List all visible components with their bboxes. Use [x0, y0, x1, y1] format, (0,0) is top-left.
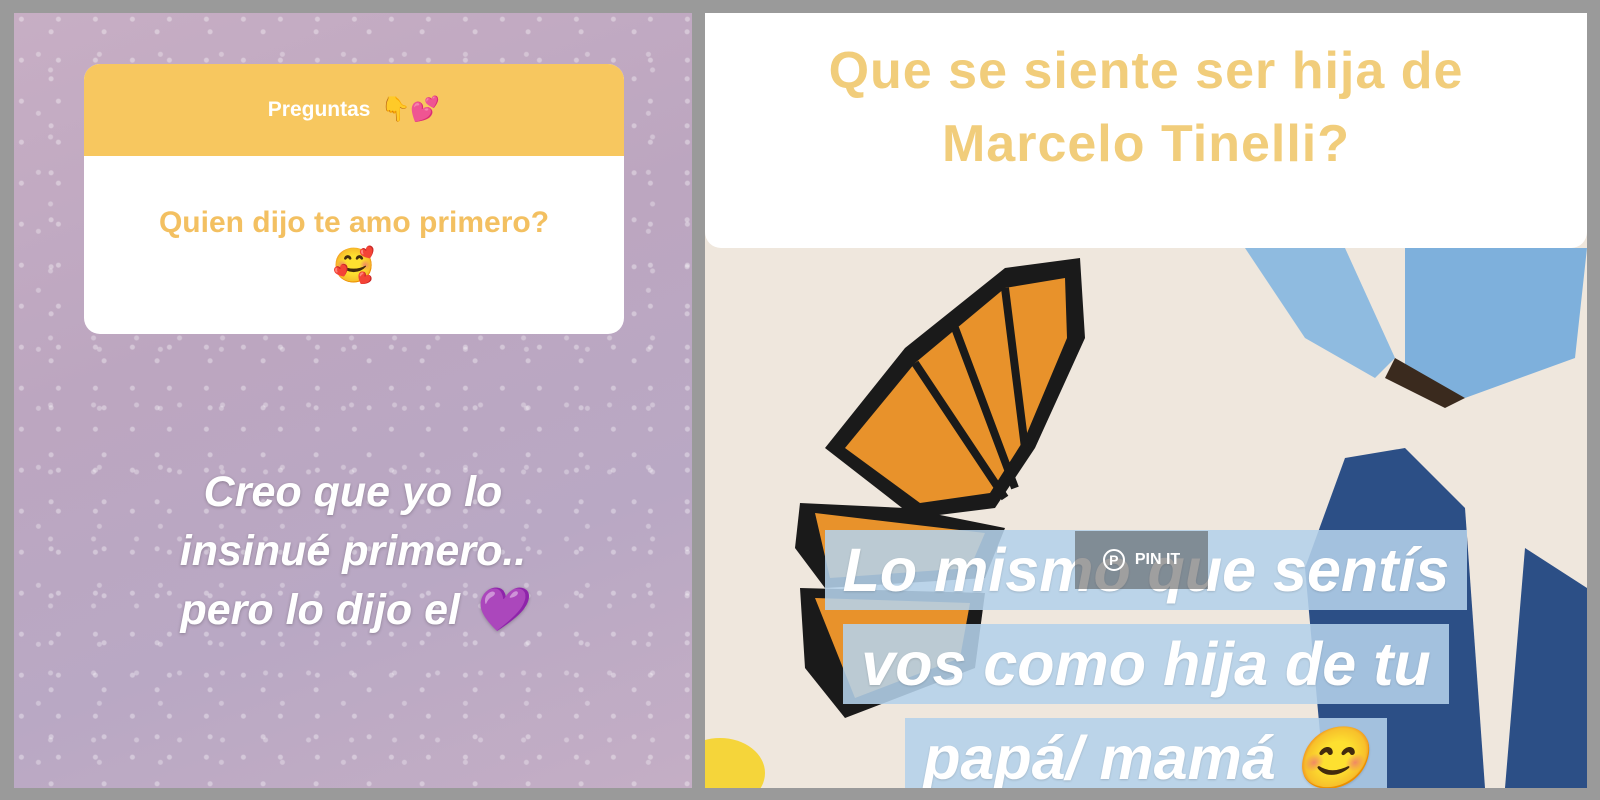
- answer-line: vos como hija de tu: [843, 624, 1449, 704]
- question-sticker-header: Preguntas 👇💕: [84, 64, 624, 156]
- pointing-hand-hearts-icon: 👇💕: [380, 96, 441, 123]
- smiling-hearts-icon: 🥰: [332, 247, 376, 285]
- right-story-panel: Que se siente ser hija de Marcelo Tinell…: [705, 13, 1587, 788]
- answer-line: insinué primero..: [179, 527, 527, 575]
- pin-it-button[interactable]: P PIN IT: [1075, 531, 1208, 589]
- answer-line: Creo que yo lo: [203, 468, 503, 516]
- left-story-panel: Preguntas 👇💕 Quien dijo te amo primero? …: [14, 13, 692, 788]
- question-line: Que se siente ser hija de: [828, 42, 1464, 100]
- question-sticker[interactable]: Preguntas 👇💕 Quien dijo te amo primero? …: [84, 64, 624, 334]
- answer-line: pero lo dijo el 💜: [180, 586, 526, 634]
- answer-text: Creo que yo lo insinué primero.. pero lo…: [14, 463, 692, 640]
- pin-it-label: PIN IT: [1134, 551, 1181, 568]
- question-line: Marcelo Tinelli?: [941, 115, 1351, 173]
- question-title-box: Que se siente ser hija de Marcelo Tinell…: [705, 13, 1587, 248]
- question-sticker-body: Quien dijo te amo primero? 🥰: [84, 156, 624, 286]
- question-sticker-title: Preguntas: [267, 98, 371, 121]
- pinterest-icon: P: [1102, 549, 1125, 571]
- answer-line: papá/ mamá 😊: [905, 718, 1387, 788]
- question-text: Quien dijo te amo primero?: [158, 206, 550, 239]
